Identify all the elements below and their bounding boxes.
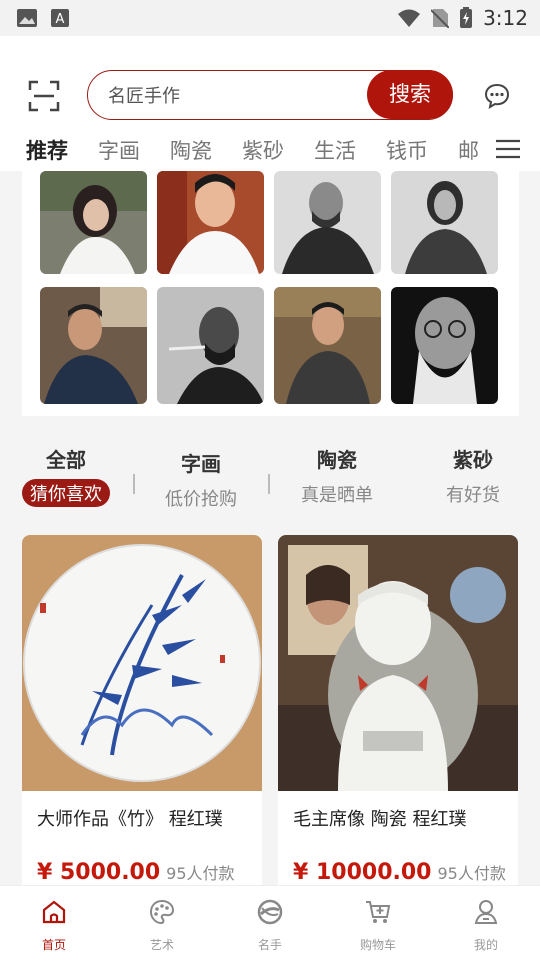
artist-photo[interactable] (274, 171, 381, 274)
artist-photo[interactable] (391, 171, 498, 274)
search-button[interactable]: 搜索 (367, 70, 453, 119)
home-icon (42, 900, 66, 924)
nav-label: 艺术 (149, 938, 174, 952)
category-calligraphy[interactable]: 字画 低价抢购 (156, 448, 246, 511)
artist-photo[interactable] (391, 287, 498, 404)
menu-icon[interactable] (496, 139, 520, 159)
category-all[interactable]: 全部 猜你喜欢 (22, 444, 110, 507)
nav-label: 名手 (257, 938, 282, 952)
search-bar[interactable]: 搜索 (87, 70, 453, 120)
artist-photo[interactable] (157, 287, 264, 404)
image-notification-icon (17, 9, 37, 27)
palette-icon (149, 899, 175, 925)
product-title: 大师作品《竹》 程红璞 (37, 809, 223, 830)
product-price: ¥ 5000.00 95人付款 (37, 860, 235, 885)
tab-calligraphy[interactable]: 字画 (98, 135, 140, 165)
nav-home[interactable]: 首页 (14, 898, 94, 953)
status-time: 3:12 (483, 6, 528, 30)
tab-ceramics[interactable]: 陶瓷 (170, 135, 212, 165)
tab-coins[interactable]: 钱币 (386, 135, 428, 165)
price-value: ¥ 10000.00 (293, 860, 432, 885)
profile-icon (474, 900, 498, 924)
category-subtitle: 猜你喜欢 (22, 479, 110, 507)
category-title: 字画 (181, 452, 221, 476)
message-icon[interactable] (484, 83, 510, 109)
nav-label: 购物车 (359, 938, 396, 952)
category-title: 陶瓷 (317, 448, 357, 472)
paid-count: 95人付款 (437, 864, 506, 883)
cart-icon (366, 901, 391, 923)
tab-stamps[interactable]: 邮 (458, 135, 479, 165)
product-title: 毛主席像 陶瓷 程红璞 (293, 809, 467, 830)
category-title: 全部 (46, 448, 86, 472)
artist-photo[interactable] (40, 287, 147, 404)
category-subtitle: 真是晒单 (301, 485, 373, 506)
wifi-icon (398, 9, 421, 27)
scan-icon[interactable] (28, 80, 60, 112)
master-icon (257, 899, 283, 925)
battery-icon (460, 7, 473, 28)
tab-zisha[interactable]: 紫砂 (242, 135, 284, 165)
product-image (278, 535, 518, 791)
product-image (22, 535, 262, 791)
nav-profile[interactable]: 我的 (446, 898, 526, 953)
product-card[interactable]: 大师作品《竹》 程红璞 ¥ 5000.00 95人付款 (22, 535, 262, 895)
divider (133, 474, 135, 494)
category-subtitle: 有好货 (446, 485, 500, 506)
category-tabs: 推荐 字画 陶瓷 紫砂 生活 钱币 邮 (0, 131, 540, 171)
category-zisha[interactable]: 紫砂 有好货 (428, 444, 518, 507)
artist-photo[interactable] (274, 287, 381, 404)
nav-label: 首页 (41, 938, 66, 952)
bottom-nav: 首页 艺术 名手 购物车 我的 (0, 885, 540, 961)
no-sim-icon (431, 9, 450, 28)
category-ceramics[interactable]: 陶瓷 真是晒单 (292, 444, 382, 507)
nav-label: 我的 (473, 938, 498, 952)
artist-photo[interactable] (157, 171, 264, 274)
paid-count: 95人付款 (166, 864, 235, 883)
artist-photo[interactable] (40, 171, 147, 274)
search-input[interactable] (106, 81, 360, 111)
artist-grid (22, 171, 519, 416)
font-notification-icon: A (51, 9, 69, 27)
header: 搜索 推荐 字画 陶瓷 紫砂 生活 钱币 邮 (0, 36, 540, 171)
product-card[interactable]: 毛主席像 陶瓷 程红璞 ¥ 10000.00 95人付款 (278, 535, 518, 895)
nav-cart[interactable]: 购物车 (338, 898, 418, 953)
nav-art[interactable]: 艺术 (122, 898, 202, 953)
svg-text:A: A (56, 12, 65, 27)
nav-masters[interactable]: 名手 (230, 898, 310, 953)
price-value: ¥ 5000.00 (37, 860, 161, 885)
product-price: ¥ 10000.00 95人付款 (293, 860, 506, 885)
category-title: 紫砂 (453, 448, 493, 472)
tab-life[interactable]: 生活 (314, 135, 356, 165)
category-filter: 全部 猜你喜欢 字画 低价抢购 陶瓷 真是晒单 紫砂 有好货 (0, 430, 540, 520)
divider (268, 474, 270, 494)
status-bar: A 3:12 (0, 0, 540, 36)
category-subtitle: 低价抢购 (165, 489, 237, 510)
tab-recommend[interactable]: 推荐 (26, 135, 68, 165)
